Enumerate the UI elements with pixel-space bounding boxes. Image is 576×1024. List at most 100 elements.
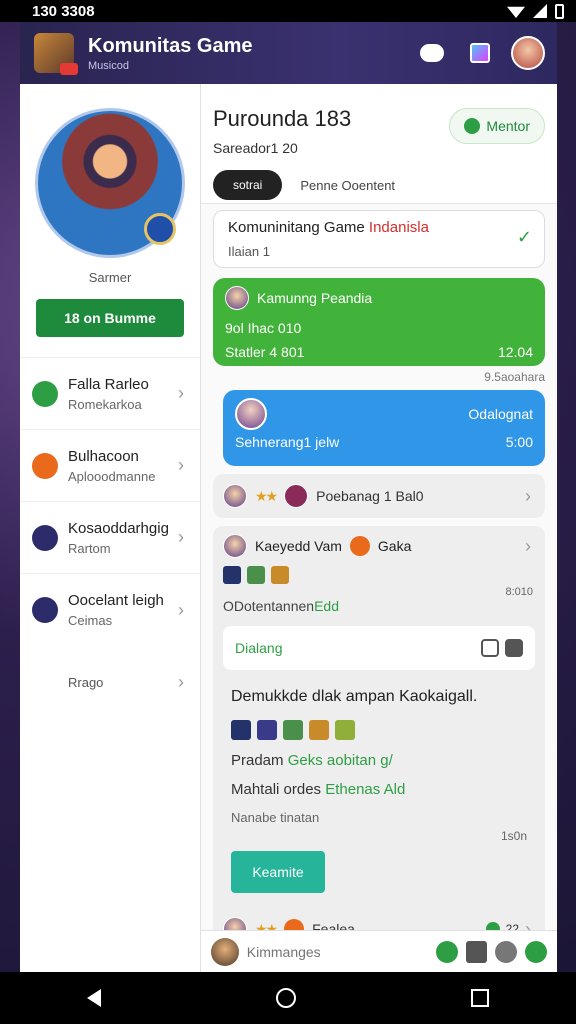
message-text: Sehnerang1 jelw <box>235 434 340 450</box>
post-highlight: Ethenas Ald <box>325 781 406 798</box>
message-time: 5:00 <box>505 434 533 450</box>
message-bubble-blue[interactable]: Odalognat Sehnerang1 jelw 5:00 <box>223 390 545 466</box>
tab-content[interactable]: Penne Ooentent <box>300 178 395 193</box>
location-icon <box>464 118 481 134</box>
app-title: Komunitas Game <box>88 34 253 57</box>
game-emoji-icon <box>283 720 303 740</box>
message-line: Statler 4 801 <box>225 344 305 360</box>
sidebar-item-subtitle: Rartom <box>68 540 111 556</box>
post-meta: 8:010 <box>505 586 533 598</box>
controller-icon <box>32 524 58 551</box>
app-title-wrap: Komunitas Game Musicod <box>88 35 401 72</box>
gamepad-button[interactable] <box>415 36 449 70</box>
game-emoji-icon <box>247 566 265 584</box>
sender-name: Kamunng Peandia <box>257 290 373 306</box>
teal-button-label: Keamite <box>252 864 304 880</box>
dropdown-icon[interactable] <box>505 639 523 657</box>
tab-active[interactable]: sotrai <box>213 170 283 200</box>
chevron-right-icon: › <box>525 485 531 506</box>
inner-label: Dialang <box>235 640 283 656</box>
group-title-main: Komuninitang Game <box>228 219 369 236</box>
composer-avatar <box>211 937 239 966</box>
sidebar-item-title: Rrago <box>68 674 104 690</box>
feed: Komuninitang Game Indanisla Ilaian 1 ✓ K… <box>201 204 557 941</box>
medal-icon <box>144 213 176 245</box>
back-icon[interactable] <box>87 989 102 1007</box>
sidebar-item-title: Falla Rarleo <box>68 375 149 393</box>
message-input[interactable] <box>246 943 428 960</box>
sidebar-item-1[interactable]: Falla Rarleo Romekarkoa › <box>20 358 200 430</box>
message-bubble-green[interactable]: Kamunng Peandia 9ol Ihac 010 Statler 4 8… <box>213 278 545 366</box>
game-emoji-icon <box>309 720 329 740</box>
chevron-right-icon: › <box>178 455 184 475</box>
game-emoji-icon <box>271 566 289 584</box>
post-paragraph: Pradam Geks aobitan g/ <box>231 752 527 769</box>
teal-button[interactable]: Keamite <box>231 851 325 893</box>
author-tag: Gaka <box>377 538 412 554</box>
notification-badge <box>60 63 78 75</box>
sidebar-item-title: Oocelant leigh <box>68 592 164 609</box>
hero-avatar[interactable] <box>35 108 185 258</box>
post-text: Pradam <box>231 752 288 769</box>
flame-icon <box>349 536 370 556</box>
main-header: Purounda 183 Sareador1 20 Mentor sotrai … <box>201 84 557 204</box>
cube-button[interactable] <box>463 36 497 70</box>
status-icons <box>507 3 564 19</box>
post-line: ODotentannenEdd <box>223 598 535 614</box>
check-icon: ✓ <box>516 227 532 247</box>
post-small: Nanabe tinatan <box>231 810 320 825</box>
player-avatar <box>223 484 247 508</box>
sidebar: Sarmer 18 on Bumme Falla Rarleo Romekarko… <box>20 84 201 972</box>
status-time: 130 3308 <box>32 2 95 20</box>
settings-icon[interactable] <box>495 940 518 963</box>
gamepad-icon <box>420 44 444 62</box>
battery-icon <box>555 3 564 19</box>
sidebar-item-4[interactable]: Oocelant leigh Ceimas › <box>20 574 200 646</box>
sidebar-item-2[interactable]: Bulhacoon Aplooodmanne › <box>20 430 200 502</box>
player-avatar <box>284 484 309 508</box>
status-bar: 130 3308 <box>0 0 576 22</box>
group-card[interactable]: Komuninitang Game Indanisla Ilaian 1 ✓ <box>213 210 545 268</box>
post-time: 1s0n <box>500 829 527 843</box>
nav-bar <box>0 972 576 1024</box>
send-icon[interactable] <box>525 940 548 963</box>
leaf-icon <box>32 380 58 407</box>
tabs: sotrai Penne Ooentent <box>213 170 545 200</box>
post-heading: Demukkde dlak ampan Kaokaigall. <box>231 688 478 705</box>
home-icon[interactable] <box>275 988 296 1008</box>
sidebar-item-subtitle: Ceimas <box>68 613 113 628</box>
inner-card[interactable]: Dialang <box>223 626 535 670</box>
sidebar-item-subtitle: Romekarkoa <box>68 396 142 412</box>
sidebar-item-title: Kosaoddarhgig <box>68 519 169 537</box>
post-body: Demukkde dlak ampan Kaokaigall. Pradam G… <box>223 678 535 903</box>
recents-icon[interactable] <box>470 989 489 1007</box>
sidebar-item-subtitle: Aplooodmanne <box>68 468 156 484</box>
image-icon[interactable] <box>465 940 488 963</box>
chevron-right-icon: › <box>178 599 184 620</box>
recycle-icon[interactable] <box>435 940 458 963</box>
sidebar-item-5[interactable]: Rrago › <box>20 646 200 718</box>
sender-avatar <box>225 286 249 310</box>
post-paragraph: Mahtali ordes Ethenas Ald <box>231 781 527 798</box>
primary-button[interactable]: 18 on Bumme <box>36 299 184 337</box>
user-avatar[interactable] <box>511 36 545 70</box>
follow-button[interactable]: Mentor <box>449 108 545 144</box>
rating-text: Poebanag 1 Bal0 <box>316 488 424 504</box>
copy-icon[interactable] <box>481 639 499 657</box>
main-panel: Purounda 183 Sareador1 20 Mentor sotrai … <box>201 84 557 972</box>
sidebar-item-3[interactable]: Kosaoddarhgig Rartom › <box>20 502 200 574</box>
fox-icon <box>32 452 58 479</box>
chevron-right-icon: › <box>178 383 184 403</box>
message-text: Odalognat <box>468 406 533 422</box>
post-line-text: ODotentannen <box>223 598 315 614</box>
rating-row[interactable]: ★★ Poebanag 1 Bal0 › <box>213 474 545 518</box>
author-avatar <box>223 534 247 558</box>
hero-label: Sarmer <box>88 270 132 285</box>
joystick-icon <box>32 597 58 623</box>
post-card[interactable]: Kaeyedd Vam Gaka › 8:010 ODotentannenEdd… <box>213 526 545 941</box>
group-members: Ilaian 1 <box>228 244 270 259</box>
star-icon: ★★ <box>255 487 278 504</box>
group-title: Komuninitang Game Indanisla <box>228 219 530 236</box>
app-logo[interactable] <box>34 33 78 75</box>
author-name: Kaeyedd Vam <box>255 538 342 554</box>
